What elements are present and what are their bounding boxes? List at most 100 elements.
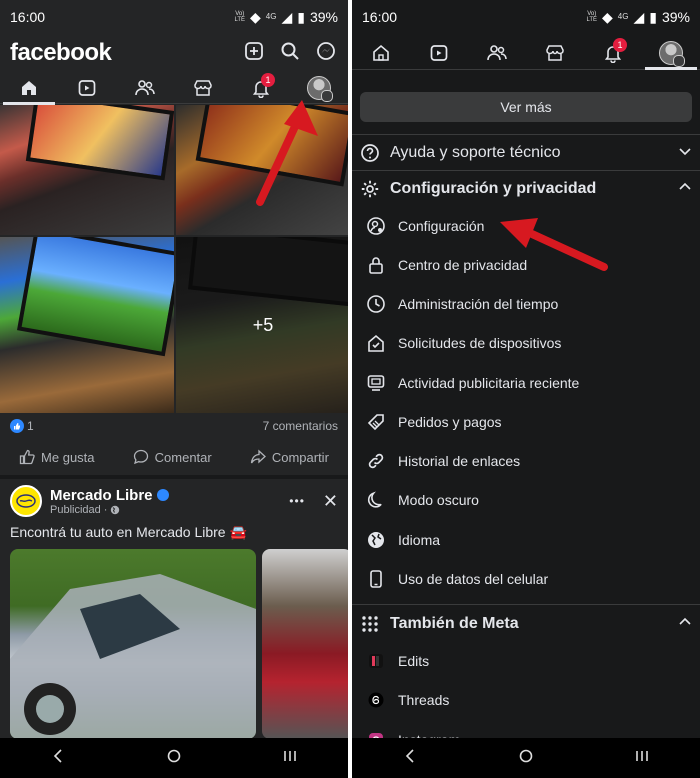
comment-count[interactable]: 7 comentarios bbox=[263, 419, 338, 433]
menu-item-link-history[interactable]: Historial de enlaces bbox=[352, 443, 700, 479]
more-options-icon[interactable]: ••• bbox=[289, 494, 305, 508]
chevron-up-icon bbox=[678, 615, 692, 634]
menu-item-time-management[interactable]: Administración del tiempo bbox=[352, 286, 700, 322]
back-icon[interactable] bbox=[395, 748, 425, 768]
share-button[interactable]: Compartir bbox=[250, 449, 329, 465]
menu-item-mobile-data[interactable]: Uso de datos del celular bbox=[352, 561, 700, 597]
marketplace-icon bbox=[194, 79, 212, 96]
help-icon bbox=[360, 143, 380, 163]
search-icon[interactable] bbox=[280, 41, 300, 66]
tab-home[interactable] bbox=[3, 73, 55, 105]
home-button-icon[interactable] bbox=[159, 749, 189, 768]
also-from-meta-section[interactable]: También de Meta bbox=[352, 607, 700, 641]
tab-menu[interactable] bbox=[645, 38, 697, 70]
marketplace-icon bbox=[546, 44, 564, 61]
system-navbar bbox=[0, 738, 348, 778]
settings-privacy-section[interactable]: Configuración y privacidad bbox=[352, 172, 700, 206]
like-button[interactable]: Me gusta bbox=[19, 449, 95, 465]
post-photo[interactable] bbox=[0, 237, 174, 413]
ad-image[interactable] bbox=[262, 549, 348, 739]
menu-item-edits[interactable]: Edits bbox=[352, 643, 700, 679]
notification-badge: 1 bbox=[613, 37, 627, 52]
post-photo[interactable] bbox=[0, 105, 174, 235]
thumbs-up-icon bbox=[19, 449, 35, 465]
comment-icon bbox=[133, 449, 148, 465]
friends-icon bbox=[487, 44, 507, 60]
back-icon[interactable] bbox=[43, 748, 73, 768]
status-bar: 16:00 Vo) LTE ◆ 4G ◢ ▮ 39% bbox=[10, 8, 338, 26]
friends-icon bbox=[135, 79, 155, 95]
tab-friends[interactable] bbox=[125, 73, 165, 103]
gear-person-icon bbox=[366, 216, 386, 236]
video-icon bbox=[78, 79, 96, 96]
avatar bbox=[659, 40, 685, 67]
post-photo-grid: +5 bbox=[0, 105, 348, 413]
main-tabbar: 1 bbox=[0, 72, 348, 105]
clock-icon bbox=[366, 294, 386, 314]
tab-menu[interactable] bbox=[299, 73, 339, 103]
menu-item-ad-activity[interactable]: Actividad publicitaria reciente bbox=[352, 365, 700, 401]
tag-icon bbox=[366, 412, 386, 432]
system-navbar bbox=[352, 738, 700, 778]
tab-video[interactable] bbox=[67, 73, 107, 103]
moon-icon bbox=[366, 490, 386, 510]
signal-icon: ◢ bbox=[633, 8, 645, 25]
tab-marketplace[interactable] bbox=[183, 73, 223, 103]
like-reaction-icon bbox=[10, 419, 24, 433]
messenger-icon[interactable] bbox=[316, 41, 336, 66]
phone-icon bbox=[366, 569, 386, 589]
globe-icon bbox=[366, 530, 386, 550]
wifi-icon: ◆ bbox=[602, 8, 613, 25]
threads-icon bbox=[366, 690, 386, 710]
menu-item-dark-mode[interactable]: Modo oscuro bbox=[352, 482, 700, 518]
status-bar: 16:00 Vo) LTE ◆ 4G ◢ ▮ 39% bbox=[362, 8, 690, 26]
video-icon bbox=[430, 44, 448, 61]
signal-icon: ◢ bbox=[281, 8, 293, 25]
globe-icon: · bbox=[103, 503, 108, 516]
lock-icon bbox=[366, 255, 386, 275]
more-photos-overlay: +5 bbox=[176, 237, 348, 413]
mercado-libre-logo[interactable] bbox=[10, 485, 42, 517]
tab-marketplace[interactable] bbox=[535, 38, 575, 68]
app-header: facebook bbox=[0, 34, 348, 72]
home-button-icon[interactable] bbox=[511, 749, 541, 768]
chevron-up-icon bbox=[678, 180, 692, 199]
tab-notifications[interactable]: 1 bbox=[241, 72, 281, 103]
battery-icon: ▮ bbox=[297, 8, 305, 25]
like-count: 1 bbox=[27, 419, 34, 433]
left-screen: 16:00 Vo)LTE ◆ 4G ◢ ▮ 39% facebook 1 +5 bbox=[0, 0, 348, 778]
tab-video[interactable] bbox=[419, 38, 459, 68]
menu-item-orders-payments[interactable]: Pedidos y pagos bbox=[352, 404, 700, 440]
see-more-button[interactable]: Ver más bbox=[360, 92, 692, 122]
menu-item-privacy-center[interactable]: Centro de privacidad bbox=[352, 247, 700, 283]
chevron-down-icon bbox=[678, 144, 692, 163]
menu-item-configuracion[interactable]: Configuración bbox=[352, 208, 700, 244]
help-section[interactable]: Ayuda y soporte técnico bbox=[352, 136, 700, 170]
post-photo[interactable] bbox=[176, 105, 348, 235]
ad-image[interactable] bbox=[10, 549, 256, 739]
recent-apps-icon[interactable] bbox=[627, 749, 657, 768]
right-screen: 16:00 Vo) LTE ◆ 4G ◢ ▮ 39% 1 Ver más Ayud… bbox=[352, 0, 700, 778]
menu-item-threads[interactable]: Threads bbox=[352, 682, 700, 718]
recent-apps-icon[interactable] bbox=[275, 749, 305, 768]
advertiser-name[interactable]: Mercado Libre bbox=[50, 487, 153, 504]
tab-friends[interactable] bbox=[477, 38, 517, 68]
home-icon bbox=[22, 80, 36, 95]
facebook-logo: facebook bbox=[10, 39, 112, 66]
grid-icon bbox=[360, 614, 380, 634]
comment-button[interactable]: Comentar bbox=[133, 449, 212, 465]
main-tabbar: 1 bbox=[352, 36, 700, 70]
verified-icon bbox=[156, 489, 169, 501]
close-icon[interactable]: ✕ bbox=[323, 491, 338, 512]
tab-home[interactable] bbox=[361, 38, 401, 68]
wifi-icon: ◆ bbox=[250, 8, 261, 25]
create-post-icon[interactable] bbox=[244, 41, 264, 66]
gear-icon bbox=[360, 179, 380, 199]
post-photo[interactable]: +5 bbox=[176, 237, 348, 413]
menu-item-language[interactable]: Idioma bbox=[352, 522, 700, 558]
share-icon bbox=[250, 449, 266, 464]
notification-badge: 1 bbox=[261, 72, 275, 87]
menu-item-device-requests[interactable]: Solicitudes de dispositivos bbox=[352, 325, 700, 361]
status-time: 16:00 bbox=[10, 9, 46, 25]
tab-notifications[interactable]: 1 bbox=[593, 37, 633, 68]
